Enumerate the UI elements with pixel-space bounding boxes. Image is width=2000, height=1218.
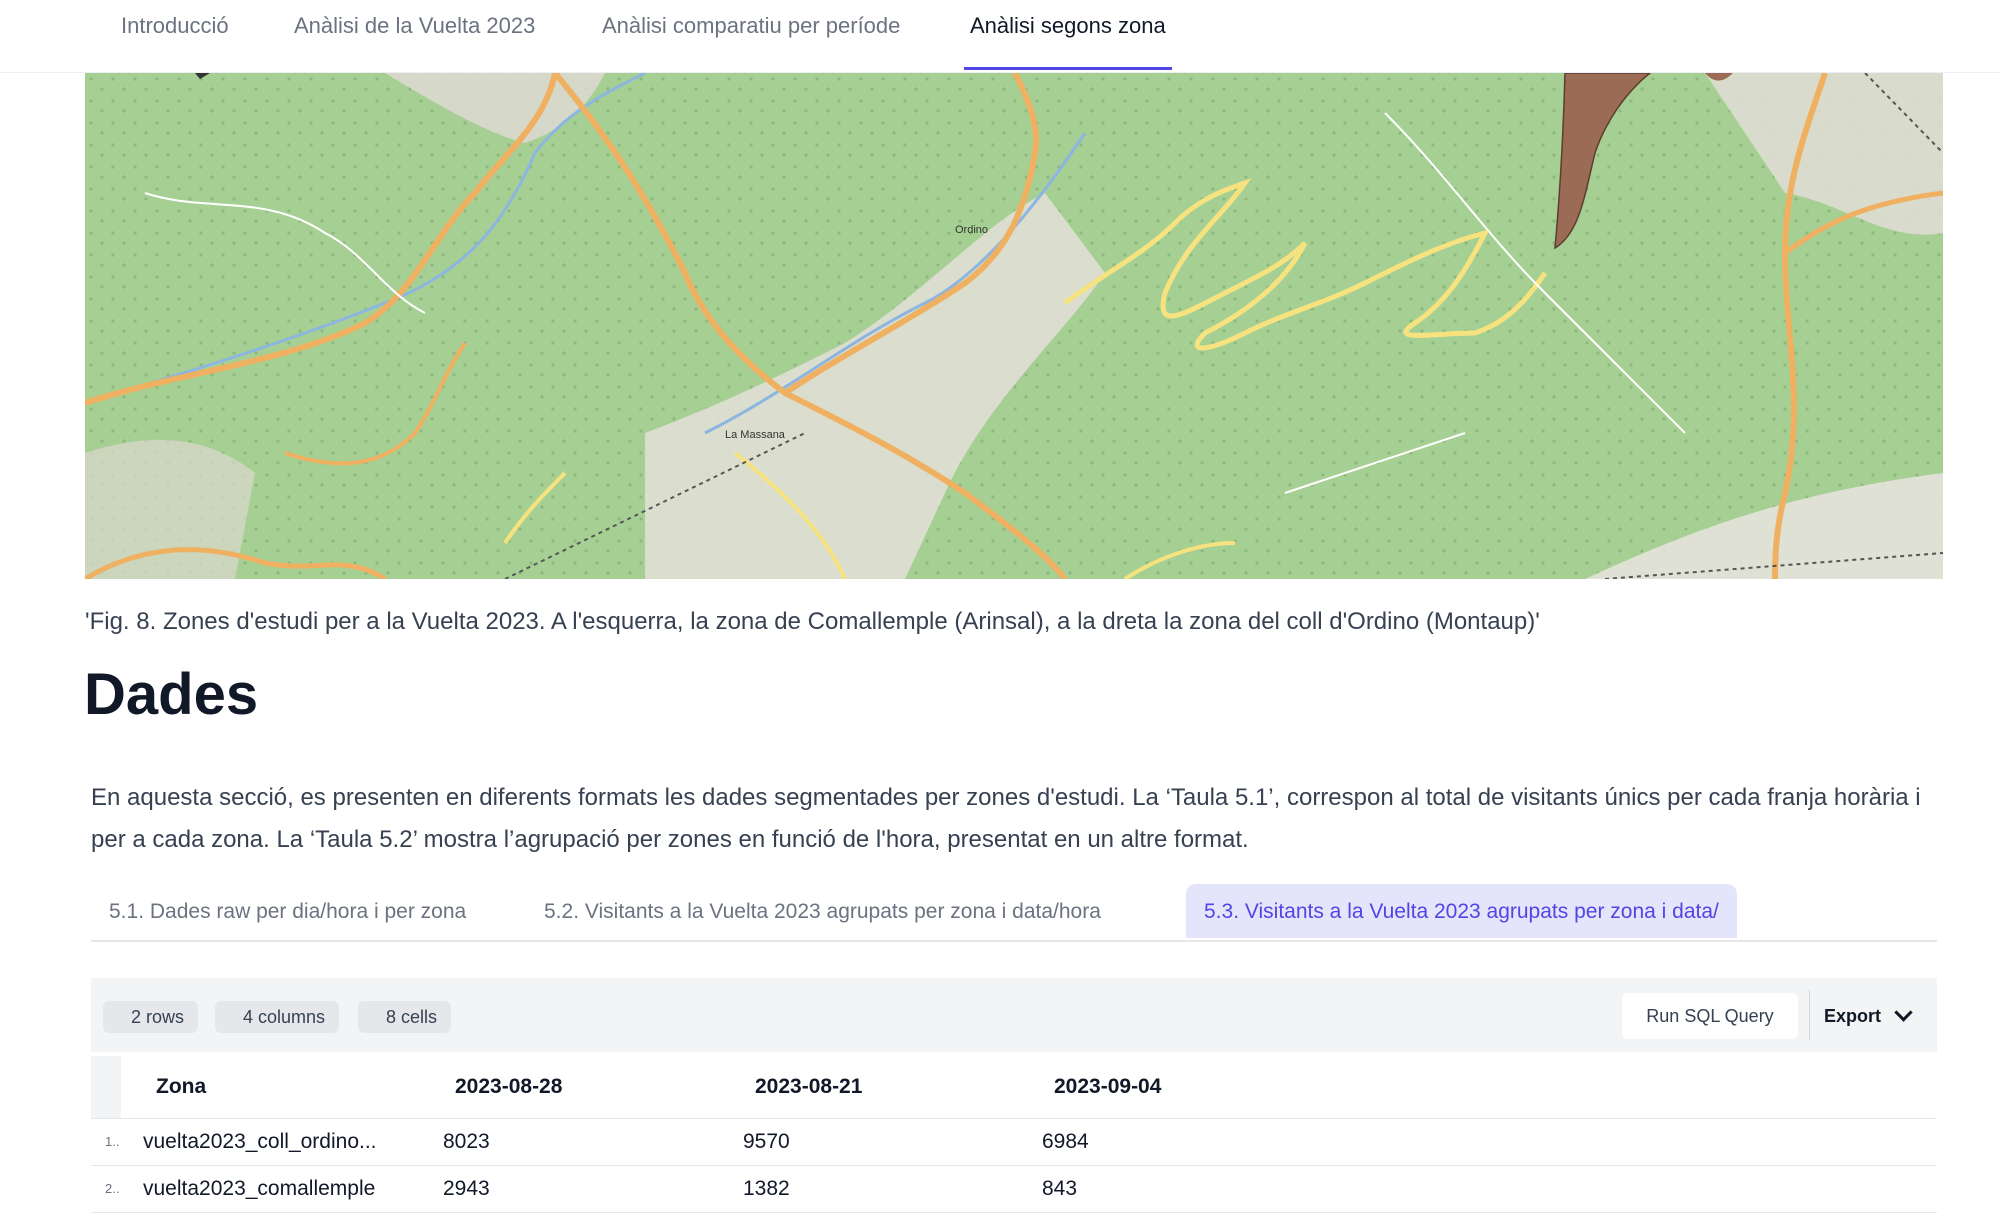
column-header-2023-09-04[interactable]: 2023-09-04 [1054,1056,1161,1118]
tab-introduccio[interactable]: Introducció [121,0,229,70]
section-heading: Dades [84,662,259,727]
table-tabs: 5.1. Dades raw per dia/hora i per zona 5… [91,884,1937,942]
map-label-ordino: Ordino [955,224,988,236]
row-index: 1.. [105,1134,120,1149]
section-paragraph: En aquesta secció, es presenten en difer… [91,784,1921,853]
toolbar-divider [1809,990,1810,1040]
top-nav: Introducció Anàlisi de la Vuelta 2023 An… [0,0,2000,73]
table-row[interactable]: 1.. vuelta2023_coll_ordino... 8023 9570 … [91,1119,1937,1166]
cell-zona[interactable]: vuelta2023_comallemple [143,1166,375,1212]
tab-visitants-data-hora[interactable]: 5.2. Visitants a la Vuelta 2023 agrupats… [526,884,1119,938]
cell-value[interactable]: 2943 [443,1166,490,1212]
data-table: 2 rows 4 columns 8 cells Run SQL Query E… [91,978,1937,1218]
row-index-gutter [91,1056,121,1118]
table-toolbar: 2 rows 4 columns 8 cells Run SQL Query E… [91,978,1937,1052]
cell-zona[interactable]: vuelta2023_coll_ordino... [143,1119,377,1165]
tab-dades-raw[interactable]: 5.1. Dades raw per dia/hora i per zona [91,884,484,938]
tab-analisi-comparatiu[interactable]: Anàlisi comparatiu per període [602,0,900,70]
column-header-2023-08-28[interactable]: 2023-08-28 [455,1056,562,1118]
rows-count-badge: 2 rows [103,1001,199,1033]
map-label-la-massana: La Massana [725,429,786,441]
cells-count-badge: 8 cells [358,1001,452,1033]
column-header-2023-08-21[interactable]: 2023-08-21 [755,1056,862,1118]
columns-count-badge: 4 columns [215,1001,340,1033]
tab-analisi-vuelta[interactable]: Anàlisi de la Vuelta 2023 [294,0,535,70]
cell-value[interactable]: 6984 [1042,1119,1089,1165]
cell-value[interactable]: 9570 [743,1119,790,1165]
cell-value[interactable]: 1382 [743,1166,790,1212]
table-header: Zona 2023-08-28 2023-08-21 2023-09-04 [91,1056,1937,1119]
column-header-zona[interactable]: Zona [156,1056,206,1118]
cell-value[interactable]: 8023 [443,1119,490,1165]
figure-caption: 'Fig. 8. Zones d'estudi per a la Vuelta … [85,608,1540,635]
zones-map[interactable]: Ordino La Massana [85,73,1943,579]
table-row[interactable]: 2.. vuelta2023_comallemple 2943 1382 843 [91,1166,1937,1213]
row-index: 2.. [105,1181,120,1196]
tab-visitants-data[interactable]: 5.3. Visitants a la Vuelta 2023 agrupats… [1186,884,1737,938]
tab-analisi-zona[interactable]: Anàlisi segons zona [964,0,1172,70]
cell-value[interactable]: 843 [1042,1166,1077,1212]
run-sql-query-button[interactable]: Run SQL Query [1622,993,1798,1039]
